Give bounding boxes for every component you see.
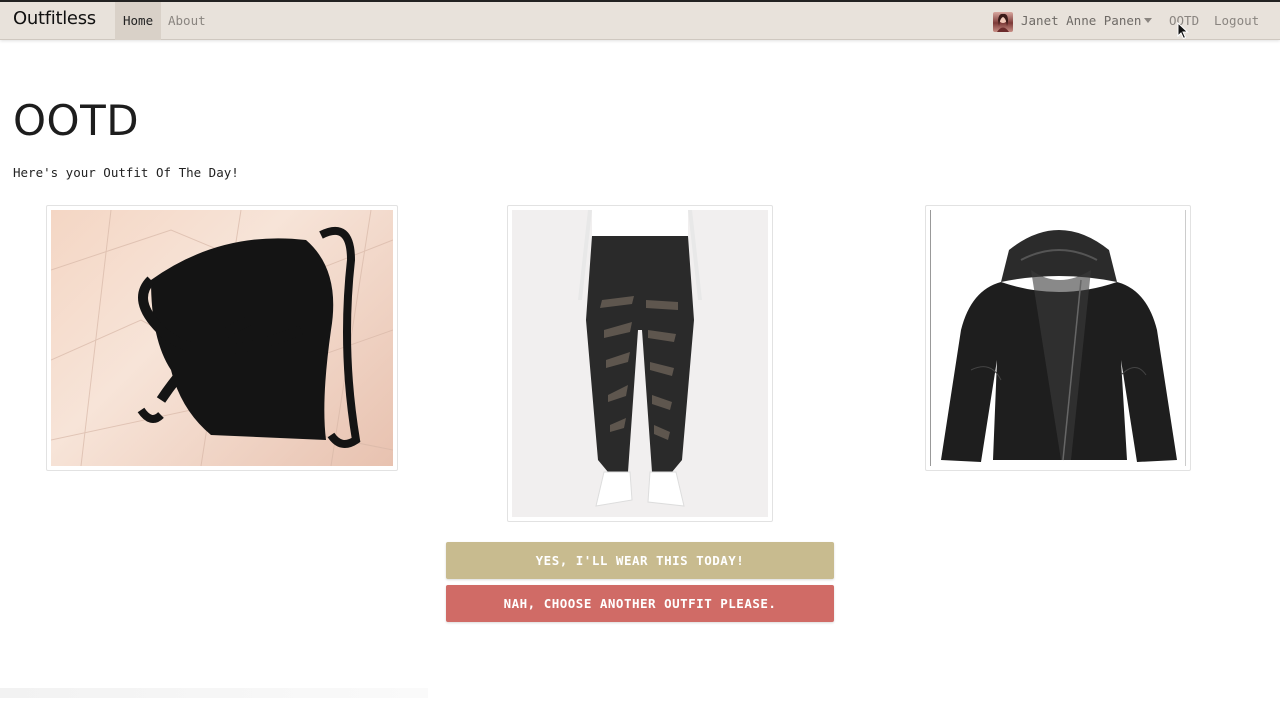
- outfit-card-top: [46, 205, 398, 471]
- accept-outfit-button[interactable]: Yes, I'll wear this today!: [446, 542, 834, 579]
- outfit-card-outer: [925, 205, 1191, 471]
- nav-about[interactable]: About: [160, 2, 214, 40]
- page-subtitle: Here's your Outfit Of The Day!: [13, 165, 239, 180]
- nav-logout[interactable]: Logout: [1206, 2, 1267, 40]
- nav-home[interactable]: Home: [115, 2, 162, 40]
- chevron-down-icon: [1144, 18, 1152, 23]
- top-navbar: Outfitless Home About Janet Anne Panen O…: [0, 0, 1280, 40]
- black-mesh-leggings-image: [512, 210, 768, 517]
- outfit-card-bottom: [507, 205, 773, 522]
- user-avatar[interactable]: [993, 12, 1013, 32]
- black-leather-hooded-jacket-image: [930, 210, 1186, 466]
- horizontal-scrollbar[interactable]: [0, 688, 428, 698]
- user-menu-dropdown[interactable]: Janet Anne Panen: [1013, 2, 1149, 40]
- brand-logo[interactable]: Outfitless: [13, 8, 96, 29]
- choose-another-outfit-button[interactable]: Nah, choose another outfit please.: [446, 585, 834, 622]
- page-title: OOTD: [13, 96, 140, 145]
- mouse-cursor-icon: [1177, 22, 1189, 40]
- avatar-portrait-icon: [997, 13, 1009, 32]
- black-sports-bra-image: [51, 210, 393, 466]
